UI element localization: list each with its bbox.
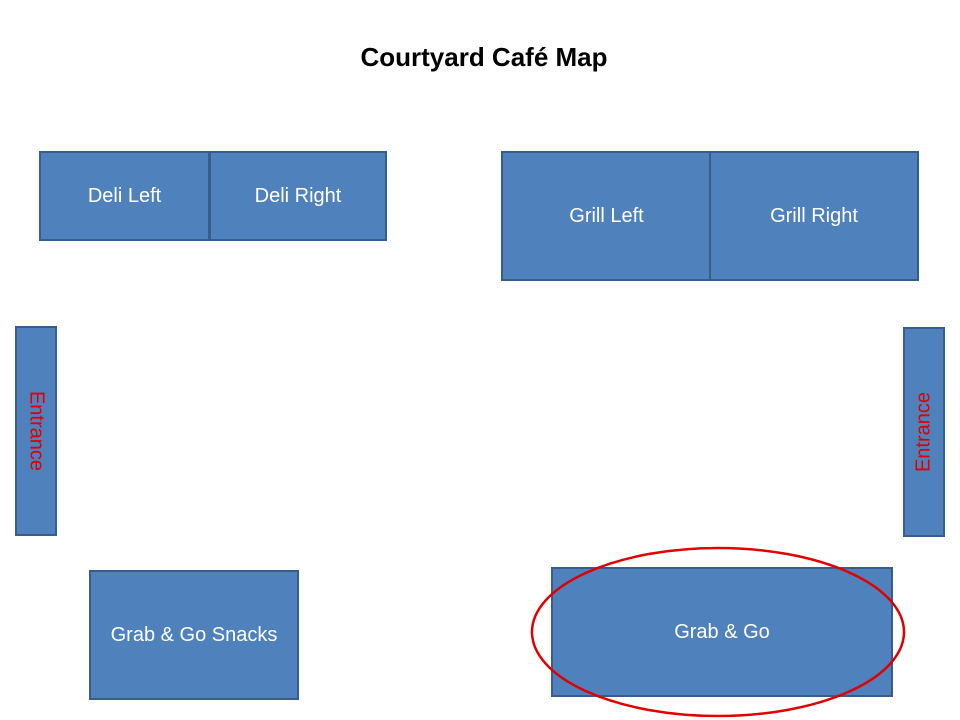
deli-right-station: Deli Right bbox=[209, 151, 387, 241]
grill-left-label: Grill Left bbox=[569, 204, 644, 227]
deli-left-station: Deli Left bbox=[39, 151, 210, 241]
grab-and-go-snacks-label: Grab & Go Snacks bbox=[110, 623, 278, 646]
map-title: Courtyard Café Map bbox=[360, 42, 608, 72]
grab-and-go-snacks-station: Grab & Go Snacks bbox=[89, 570, 299, 700]
grill-left-station: Grill Left bbox=[501, 151, 712, 281]
entrance-right: Entrance bbox=[903, 327, 945, 537]
entrance-left: Entrance bbox=[15, 326, 57, 536]
deli-left-label: Deli Left bbox=[87, 184, 162, 207]
grill-right-station: Grill Right bbox=[709, 151, 919, 281]
entrance-right-label: Entrance bbox=[912, 391, 935, 473]
grab-and-go-label: Grab & Go bbox=[674, 620, 770, 643]
deli-right-label: Deli Right bbox=[254, 184, 342, 207]
entrance-left-label: Entrance bbox=[25, 390, 48, 472]
grab-and-go-station: Grab & Go bbox=[551, 567, 893, 697]
grill-right-label: Grill Right bbox=[770, 204, 858, 227]
